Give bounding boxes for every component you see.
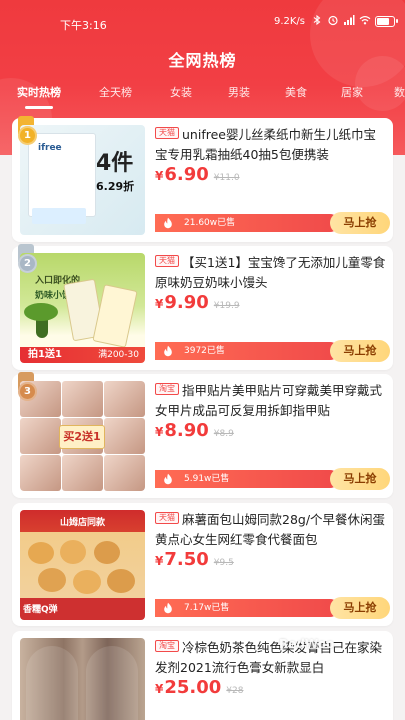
tab-all-day[interactable]: 全天榜 [99,84,132,100]
image-top-label: 山姆店同款 [59,518,105,528]
category-tabs: 实时热榜 全天榜 女装 男装 美食 居家 数 [0,84,405,112]
sales-bar: 21.60w已售 [155,214,339,232]
product-price: 9.90 [164,292,209,313]
product-card[interactable]: 买2送1 3 淘宝 指甲贴片美甲贴片可穿戴美甲穿戴式女甲片成品可反复用拆卸指甲贴… [12,372,393,498]
sales-bar: 5.91w已售 [155,470,339,488]
rank-badge: 1 [18,126,37,145]
original-price: ¥8.9 [213,429,234,439]
grab-now-button[interactable]: 马上抢 [330,468,390,490]
status-bar: 下午3:16 9.2K/s [0,0,405,44]
tab-digital[interactable]: 数 [394,84,405,100]
product-card[interactable]: 山姆店同款 香糯Q弹 天猫 麻薯面包山姆同款28g/个早餐休闲蛋黄点心女生网红零… [12,503,393,626]
tab-womens-wear[interactable]: 女装 [170,84,192,100]
sales-count: 5.91w已售 [184,474,230,484]
price-block: ¥8.90 ¥8.9 [155,420,234,441]
battery-icon [375,16,398,27]
status-right-icons: 9.2K/s [273,14,398,29]
product-image[interactable]: 山姆店同款 香糯Q弹 [20,510,145,620]
tab-label: 数 [394,86,405,99]
image-badge: 买2送1 [59,425,105,449]
rank-badge: 3 [18,382,37,401]
flame-icon [164,473,172,485]
sales-count: 3972已售 [184,346,225,356]
product-image[interactable]: 入口即化的 奶味小馒 拍1送1 满200-30 [20,253,145,363]
grab-now-button[interactable]: 马上抢 [330,597,390,619]
signal-icon [343,14,355,29]
image-bottom-label: 香糯Q弹 [23,605,58,615]
price-block: ¥9.90 ¥19.9 [155,292,240,313]
product-title[interactable]: 【买1送1】宝宝馋了无添加儿童零食原味奶豆奶味小馒头 [155,253,387,295]
product-price: 8.90 [164,420,209,441]
product-title[interactable]: unifree婴儿丝柔纸巾新生儿纸巾宝宝专用乳霜抽纸40抽5包便携装 [155,125,387,167]
product-image[interactable]: ifree 4件 6.29折 [20,125,145,235]
original-price: ¥19.9 [213,301,240,311]
product-card[interactable]: ifree 4件 6.29折 1 天猫 unifree婴儿丝柔纸巾新生儿纸巾宝宝… [12,116,393,242]
active-tab-indicator [25,106,53,109]
image-subline: 6.29折 [96,180,135,193]
flame-icon [164,602,172,614]
tab-label: 男装 [228,86,250,99]
watermark: RedWoo [279,637,335,651]
tab-label: 居家 [341,86,363,99]
product-title[interactable]: 麻薯面包山姆同款28g/个早餐休闲蛋黄点心女生网红零食代餐面包 [155,510,387,552]
price-block: ¥6.90 ¥11.0 [155,164,240,185]
product-price: 25.00 [164,677,222,698]
promo-strip: 拍1送1 满200-30 [20,347,145,363]
product-title[interactable]: 指甲贴片美甲贴片可穿戴美甲穿戴式女甲片成品可反复用拆卸指甲贴 [155,381,387,423]
product-card[interactable]: 淘宝 冷棕色奶茶色纯色染发膏自己在家染发剂2021流行色膏女新款显白 ¥25.0… [12,631,393,720]
promo-discount: 满200-30 [98,350,139,360]
hot-ranking-screen: { "status": { "time": "下午3:16", "network… [0,0,405,720]
tab-label: 实时热榜 [17,86,61,99]
sales-count: 21.60w已售 [184,218,236,228]
tab-mens-wear[interactable]: 男装 [228,84,250,100]
network-speed: 9.2K/s [273,16,305,27]
sales-bar: 7.17w已售 [155,599,339,617]
grab-now-button[interactable]: 马上抢 [330,212,390,234]
flame-icon [164,217,172,229]
tab-label: 美食 [285,86,307,99]
tab-label: 全天榜 [99,86,132,99]
original-price: ¥11.0 [213,173,240,183]
image-brand: ifree [38,143,62,153]
tab-home[interactable]: 居家 [341,84,363,100]
page-title: 全网热榜 [168,51,237,70]
product-image[interactable] [20,638,145,720]
battery-level [377,18,390,25]
product-title[interactable]: 冷棕色奶茶色纯色染发膏自己在家染发剂2021流行色膏女新款显白 [155,638,387,680]
product-image[interactable]: 买2送1 [20,381,145,491]
promo-label: 拍1送1 [28,349,62,360]
image-headline: 4件 [96,151,134,176]
original-price: ¥28 [226,686,244,696]
product-card[interactable]: 入口即化的 奶味小馒 拍1送1 满200-30 2 天猫 【买1送1】宝宝馋了无… [12,244,393,370]
sales-bar: 3972已售 [155,342,339,360]
flame-icon [164,345,172,357]
grab-now-button[interactable]: 马上抢 [330,340,390,362]
status-time: 下午3:16 [60,19,107,32]
price-block: ¥7.50 ¥9.5 [155,549,234,570]
product-price: 6.90 [164,164,209,185]
product-price: 7.50 [164,549,209,570]
price-block: ¥25.00 ¥28 [155,677,244,698]
rank-badge: 2 [18,254,37,273]
tab-label: 女装 [170,86,192,99]
original-price: ¥9.5 [213,558,234,568]
alarm-icon [327,14,339,29]
sales-count: 7.17w已售 [184,603,230,613]
tab-realtime-hot[interactable]: 实时热榜 [17,84,61,109]
wifi-icon [359,14,371,29]
bluetooth-icon [311,14,323,29]
tab-food[interactable]: 美食 [285,84,307,100]
